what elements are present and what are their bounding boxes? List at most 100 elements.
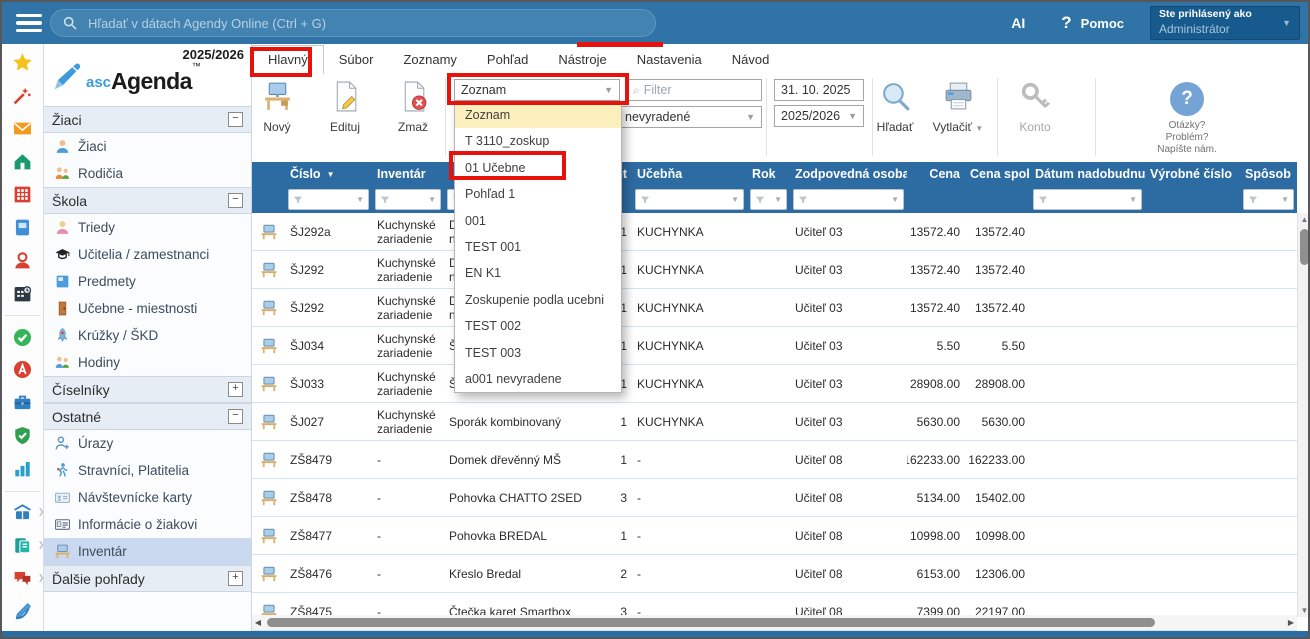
column-filter-zodpovedna-osoba[interactable]: ▼	[793, 189, 904, 210]
dropdown-item[interactable]: Zoskupenie podla ucebni	[455, 287, 621, 313]
check-circle-icon[interactable]	[10, 325, 36, 349]
year-select[interactable]: 2025/2026 ▼	[774, 105, 864, 127]
table-row[interactable]: ŠJ292Kuchynské zariadenieD n1KUCHYNKAUči…	[252, 289, 1297, 327]
column-header-zodpovedna-osoba[interactable]: Zodpovedná osoba	[790, 162, 907, 186]
collapse-toggle-icon[interactable]: −	[228, 409, 243, 424]
dropdown-item[interactable]: TEST 002	[455, 313, 621, 339]
table-row[interactable]: ZŠ8476-Křeslo Bredal2-Učiteľ 086153.0012…	[252, 555, 1297, 593]
chat-icon[interactable]: ❯	[10, 566, 36, 590]
dropdown-item[interactable]: a001 nevyradene	[455, 366, 621, 392]
dropdown-item[interactable]: T 3110_zoskup	[455, 128, 621, 154]
sidebar-item-inventar[interactable]: Inventár	[44, 538, 251, 565]
scroll-up-icon[interactable]: ▲	[1298, 213, 1310, 226]
date-field[interactable]: 31. 10. 2025	[774, 79, 864, 101]
expand-toggle-icon[interactable]: +	[228, 382, 243, 397]
table-row[interactable]: ŠJ027Kuchynské zariadenieSporák kombinov…	[252, 403, 1297, 441]
sidebar-item-predmety[interactable]: Predmety	[44, 268, 251, 295]
list-select[interactable]: Zoznam ▼	[454, 79, 620, 101]
horizontal-scrollbar[interactable]: ◀ ▶	[252, 615, 1297, 630]
hamburger-menu-icon[interactable]	[16, 14, 42, 32]
dropdown-item-01-ucebne[interactable]: 01 Učebne	[455, 155, 621, 181]
column-filter-datum[interactable]: ▼	[1033, 189, 1142, 210]
menu-tab-nastavenia[interactable]: Nastavenia	[622, 46, 717, 74]
magic-wand-icon[interactable]	[10, 84, 36, 108]
dropdown-item[interactable]: TEST 003	[455, 340, 621, 366]
vertical-scroll-thumb[interactable]	[1300, 229, 1309, 265]
table-row[interactable]: ZŠ8478-Pohovka CHATTO 2SED3-Učiteľ 08513…	[252, 479, 1297, 517]
expand-toggle-icon[interactable]: +	[228, 571, 243, 586]
sidebar-section-ciselniky[interactable]: Číselníky+	[44, 376, 251, 403]
column-filter-inventar[interactable]: ▼	[375, 189, 441, 210]
mail-icon[interactable]	[10, 117, 36, 141]
grade-a-icon[interactable]	[10, 358, 36, 382]
column-filter-rok[interactable]: ▼	[750, 189, 787, 210]
briefcase-icon[interactable]	[10, 391, 36, 415]
column-header-datum-nadobudnutia[interactable]: Dátum nadobudnuti	[1030, 162, 1145, 186]
menu-tab-subor[interactable]: Súbor	[324, 46, 389, 74]
table-row[interactable]: ŠJ292Kuchynské zariadenieD n1KUCHYNKAUči…	[252, 251, 1297, 289]
filter-input-box[interactable]: ⌕ Filter	[626, 79, 762, 101]
column-header-rok[interactable]: Rok	[747, 162, 790, 186]
scroll-left-icon[interactable]: ◀	[252, 618, 264, 627]
calendar-grid-icon[interactable]	[10, 183, 36, 207]
sidebar-item-triedy[interactable]: Triedy	[44, 214, 251, 241]
sidebar-item-urazy[interactable]: Úrazy	[44, 430, 251, 457]
dropdown-item[interactable]: TEST 001	[455, 234, 621, 260]
school-icon[interactable]: ❯	[10, 500, 36, 524]
notebook-icon[interactable]	[10, 215, 36, 239]
documents-icon[interactable]: ❯	[10, 533, 36, 557]
sidebar-item-informacie[interactable]: Informácie o žiakovi	[44, 511, 251, 538]
sidebar-item-navstevnicke-karty[interactable]: Návštevnícke karty	[44, 484, 251, 511]
user-menu[interactable]: Ste prihlásený ako Administrátor ▼	[1150, 6, 1300, 40]
menu-tab-zoznamy[interactable]: Zoznamy	[388, 46, 471, 74]
sidebar-item-ucitelia[interactable]: Učitelia / zamestnanci	[44, 241, 251, 268]
sidebar-section-skola[interactable]: Škola−	[44, 187, 251, 214]
signature-pen-icon[interactable]	[10, 599, 36, 623]
column-filter-sposob[interactable]: ▼	[1243, 189, 1294, 210]
sidebar-item-ziaci[interactable]: Žiaci	[44, 133, 251, 160]
search-button[interactable]: Hľadať	[864, 80, 926, 134]
sidebar-item-hodiny[interactable]: Hodiny	[44, 349, 251, 376]
column-header-ucebna[interactable]: Učebňa	[632, 162, 747, 186]
sidebar-item-kruzky[interactable]: Krúžky / ŠKD	[44, 322, 251, 349]
collapse-toggle-icon[interactable]: −	[228, 193, 243, 208]
sidebar-section-ostatne[interactable]: Ostatné−	[44, 403, 251, 430]
status-select[interactable]: nevyradené ▼	[618, 106, 762, 128]
star-icon[interactable]	[10, 51, 36, 75]
menu-tab-nastroje[interactable]: Nástroje	[543, 46, 621, 74]
edit-button[interactable]: Edituj	[314, 80, 376, 134]
column-header-icon[interactable]	[252, 162, 285, 186]
collapse-toggle-icon[interactable]: −	[228, 112, 243, 127]
global-search[interactable]	[50, 9, 656, 37]
table-row[interactable]: ZŠ8479-Domek dřevěnný MŠ1-Učiteľ 0816223…	[252, 441, 1297, 479]
shield-icon[interactable]	[10, 424, 36, 448]
dropdown-item[interactable]: EN K1	[455, 260, 621, 286]
sidebar-item-rodicia[interactable]: Rodičia	[44, 160, 251, 187]
calendar-clock-icon[interactable]	[10, 281, 36, 305]
bar-chart-icon[interactable]	[10, 457, 36, 481]
ai-button[interactable]: AI	[1011, 15, 1025, 31]
menu-tab-hlavny[interactable]: Hlavný	[252, 45, 324, 74]
scroll-down-icon[interactable]: ▼	[1298, 604, 1310, 617]
global-search-input[interactable]	[86, 15, 643, 32]
print-button[interactable]: Vytlačiť ▼	[927, 80, 989, 134]
dropdown-item[interactable]: 001	[455, 208, 621, 234]
menu-tab-pohlad[interactable]: Pohľad	[472, 46, 543, 74]
person-icon[interactable]	[10, 248, 36, 272]
sidebar-item-stravnici[interactable]: Stravníci, Platitelia	[44, 457, 251, 484]
delete-button[interactable]: Zmaž	[382, 80, 444, 134]
help-button[interactable]: Pomoc	[1081, 16, 1124, 31]
menu-tab-navod[interactable]: Návod	[717, 46, 785, 74]
column-header-vyrobne-cislo[interactable]: Výrobné číslo	[1145, 162, 1240, 186]
sidebar-section-dalsie-pohlady[interactable]: Ďalšie pohľady+	[44, 565, 251, 592]
column-header-cislo[interactable]: Číslo▼	[285, 162, 372, 186]
table-row[interactable]: ŠJ034Kuchynské zariadenieŠ1KUCHYNKAUčite…	[252, 327, 1297, 365]
column-header-cena-spolu[interactable]: Cena spolu	[965, 162, 1030, 186]
new-button[interactable]: Nový	[246, 80, 308, 134]
home-icon[interactable]	[10, 150, 36, 174]
table-row[interactable]: ŠJ292aKuchynské zariadenieD n1KUCHYNKAUč…	[252, 213, 1297, 251]
contact-help-button[interactable]: ? Otázky? Problém? Napíšte nám.	[1147, 82, 1227, 156]
horizontal-scroll-thumb[interactable]	[267, 618, 1155, 627]
column-header-sposob[interactable]: Spôsob	[1240, 162, 1297, 186]
column-filter-ucebna[interactable]: ▼	[635, 189, 744, 210]
